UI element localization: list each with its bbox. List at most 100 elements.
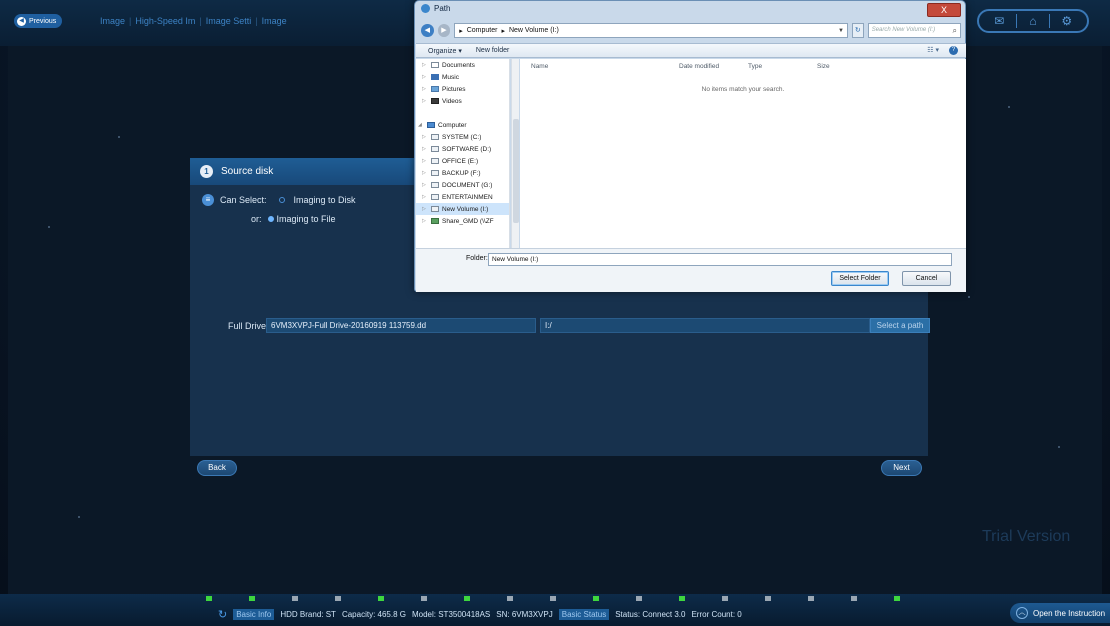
- column-headers: Name Date modified Type Size: [520, 59, 966, 73]
- folder-input[interactable]: New Volume (I:): [488, 253, 952, 266]
- chevron-down-icon[interactable]: ▼: [838, 28, 844, 34]
- expand-icon[interactable]: ▷: [422, 182, 428, 188]
- image-path-field[interactable]: I:/: [540, 318, 870, 333]
- expand-icon[interactable]: ▷: [422, 134, 428, 140]
- port-led: [851, 596, 857, 601]
- nav-item[interactable]: ▷ SYSTEM (C:): [416, 131, 509, 143]
- address-volume[interactable]: New Volume (I:): [509, 27, 559, 34]
- expand-icon[interactable]: ▷: [422, 62, 428, 68]
- nav-item[interactable]: ▷ Videos: [416, 95, 509, 107]
- option-file-label[interactable]: Imaging to File: [277, 214, 336, 224]
- nav-item[interactable]: ◢ Computer: [416, 119, 509, 131]
- close-button[interactable]: X: [927, 3, 961, 17]
- refresh-icon[interactable]: ↻: [218, 608, 227, 621]
- new-folder-button[interactable]: New folder: [476, 47, 509, 54]
- expand-icon[interactable]: ▷: [422, 194, 428, 200]
- nav-item[interactable]: ▷ ENTERTAINMEN: [416, 191, 509, 203]
- open-instruction-button[interactable]: ︿ Open the Instruction: [1010, 603, 1110, 623]
- nav-item[interactable]: ▷ New Volume (I:): [416, 203, 509, 215]
- nav-item[interactable]: ▷ Documents: [416, 59, 509, 71]
- email-icon[interactable]: ✉: [987, 14, 1011, 28]
- address-computer[interactable]: Computer: [467, 27, 498, 34]
- serial-number: SN: 6VM3XVPJ: [496, 610, 553, 619]
- column-name[interactable]: Name: [531, 63, 548, 70]
- expand-icon[interactable]: ▷: [422, 74, 428, 80]
- help-icon[interactable]: ?: [949, 46, 958, 55]
- back-nav-icon[interactable]: ◀: [421, 24, 434, 37]
- scrollbar-thumb[interactable]: [513, 119, 519, 223]
- nav-item-label: SYSTEM (C:): [442, 133, 482, 141]
- nav-item-label: Videos: [442, 97, 462, 105]
- port-led: [464, 596, 470, 601]
- back-button[interactable]: Back: [197, 460, 237, 476]
- previous-label: Previous: [29, 17, 57, 25]
- cancel-button[interactable]: Cancel: [902, 271, 951, 286]
- drive-icon: [431, 182, 439, 188]
- settings-icon[interactable]: ⚙: [1055, 14, 1079, 28]
- error-count: Error Count: 0: [691, 610, 742, 619]
- port-led: [335, 596, 341, 601]
- expand-icon[interactable]: ▷: [422, 218, 428, 224]
- crumb-high-speed[interactable]: High-Speed Im: [135, 16, 195, 26]
- previous-button[interactable]: ◀ Previous: [14, 14, 63, 28]
- radio-imaging-disk[interactable]: [278, 197, 285, 203]
- port-led: [249, 596, 255, 601]
- column-date-modified[interactable]: Date modified: [679, 63, 719, 70]
- port-led: [421, 596, 427, 601]
- pic-icon: [431, 86, 439, 92]
- address-bar[interactable]: ▸ Computer ▸ New Volume (I:) ▼: [454, 23, 848, 38]
- expand-icon[interactable]: ▷: [422, 206, 428, 212]
- breadcrumb: Image | High-Speed Im | Image Setti | Im…: [100, 16, 287, 26]
- nav-item[interactable]: ▷ Share_GMD (\\ZF: [416, 215, 509, 227]
- refresh-icon[interactable]: ↻: [852, 23, 864, 38]
- select-folder-button[interactable]: Select Folder: [831, 271, 889, 286]
- nav-item[interactable]: ▷ DOCUMENT (G:): [416, 179, 509, 191]
- port-led: [378, 596, 384, 601]
- full-drive-row: Full Drive 6VM3XVPJ-Full Drive-20160919 …: [228, 318, 930, 333]
- path-dialog: Path X ◀ ▶ ▸ Computer ▸ New Volume (I:) …: [414, 0, 966, 292]
- dialog-title: Path: [434, 4, 451, 13]
- column-size[interactable]: Size: [817, 63, 830, 70]
- trial-version-watermark: Trial Version: [982, 528, 1071, 545]
- port-led: [679, 596, 685, 601]
- next-button[interactable]: Next: [881, 460, 922, 476]
- search-input[interactable]: Search New Volume (I:) ⌕: [867, 23, 961, 38]
- column-type[interactable]: Type: [748, 63, 762, 70]
- drive-icon: [431, 158, 439, 164]
- view-options-icon[interactable]: ☷ ▾: [927, 46, 939, 55]
- home-icon[interactable]: ⌂: [1021, 14, 1045, 28]
- basic-info-tag[interactable]: Basic Info: [233, 609, 275, 620]
- port-led: [507, 596, 513, 601]
- expand-icon[interactable]: ▷: [422, 98, 428, 104]
- nav-item[interactable]: ▷ Pictures: [416, 83, 509, 95]
- breadcrumb-arrow-icon: ▸: [501, 27, 505, 35]
- or-label: or:: [251, 214, 262, 224]
- nav-item[interactable]: ▷ BACKUP (F:): [416, 167, 509, 179]
- nav-item[interactable]: ▷ SOFTWARE (D:): [416, 143, 509, 155]
- crumb-image[interactable]: Image: [100, 16, 125, 26]
- crumb-image-settings[interactable]: Image Setti: [206, 16, 252, 26]
- expand-icon[interactable]: ▷: [422, 158, 428, 164]
- radio-imaging-file[interactable]: [267, 216, 274, 222]
- image-filename-field[interactable]: 6VM3XVPJ-Full Drive-20160919 113759.dd: [266, 318, 536, 333]
- select-path-button[interactable]: Select a path: [870, 318, 930, 333]
- port-led: [894, 596, 900, 601]
- organize-menu[interactable]: Organize ▾: [428, 47, 462, 55]
- crumb-image-current[interactable]: Image: [262, 16, 287, 26]
- forward-nav-icon[interactable]: ▶: [437, 24, 451, 37]
- expand-icon[interactable]: ▷: [422, 146, 428, 152]
- dialog-title-bar: Path: [421, 4, 450, 13]
- port-led: [722, 596, 728, 601]
- basic-status-tag[interactable]: Basic Status: [558, 609, 610, 620]
- expand-icon[interactable]: ◢: [418, 122, 424, 128]
- navigation-scrollbar[interactable]: [511, 59, 519, 248]
- nav-item[interactable]: ▷ Music: [416, 71, 509, 83]
- expand-icon[interactable]: ▷: [422, 170, 428, 176]
- nav-item[interactable]: ▷ OFFICE (E:): [416, 155, 509, 167]
- list-icon: ≡: [202, 194, 214, 206]
- breadcrumb-arrow-icon: ▸: [459, 27, 463, 35]
- music-icon: [431, 74, 439, 80]
- port-led: [292, 596, 298, 601]
- option-disk-label[interactable]: Imaging to Disk: [294, 195, 356, 205]
- expand-icon[interactable]: ▷: [422, 86, 428, 92]
